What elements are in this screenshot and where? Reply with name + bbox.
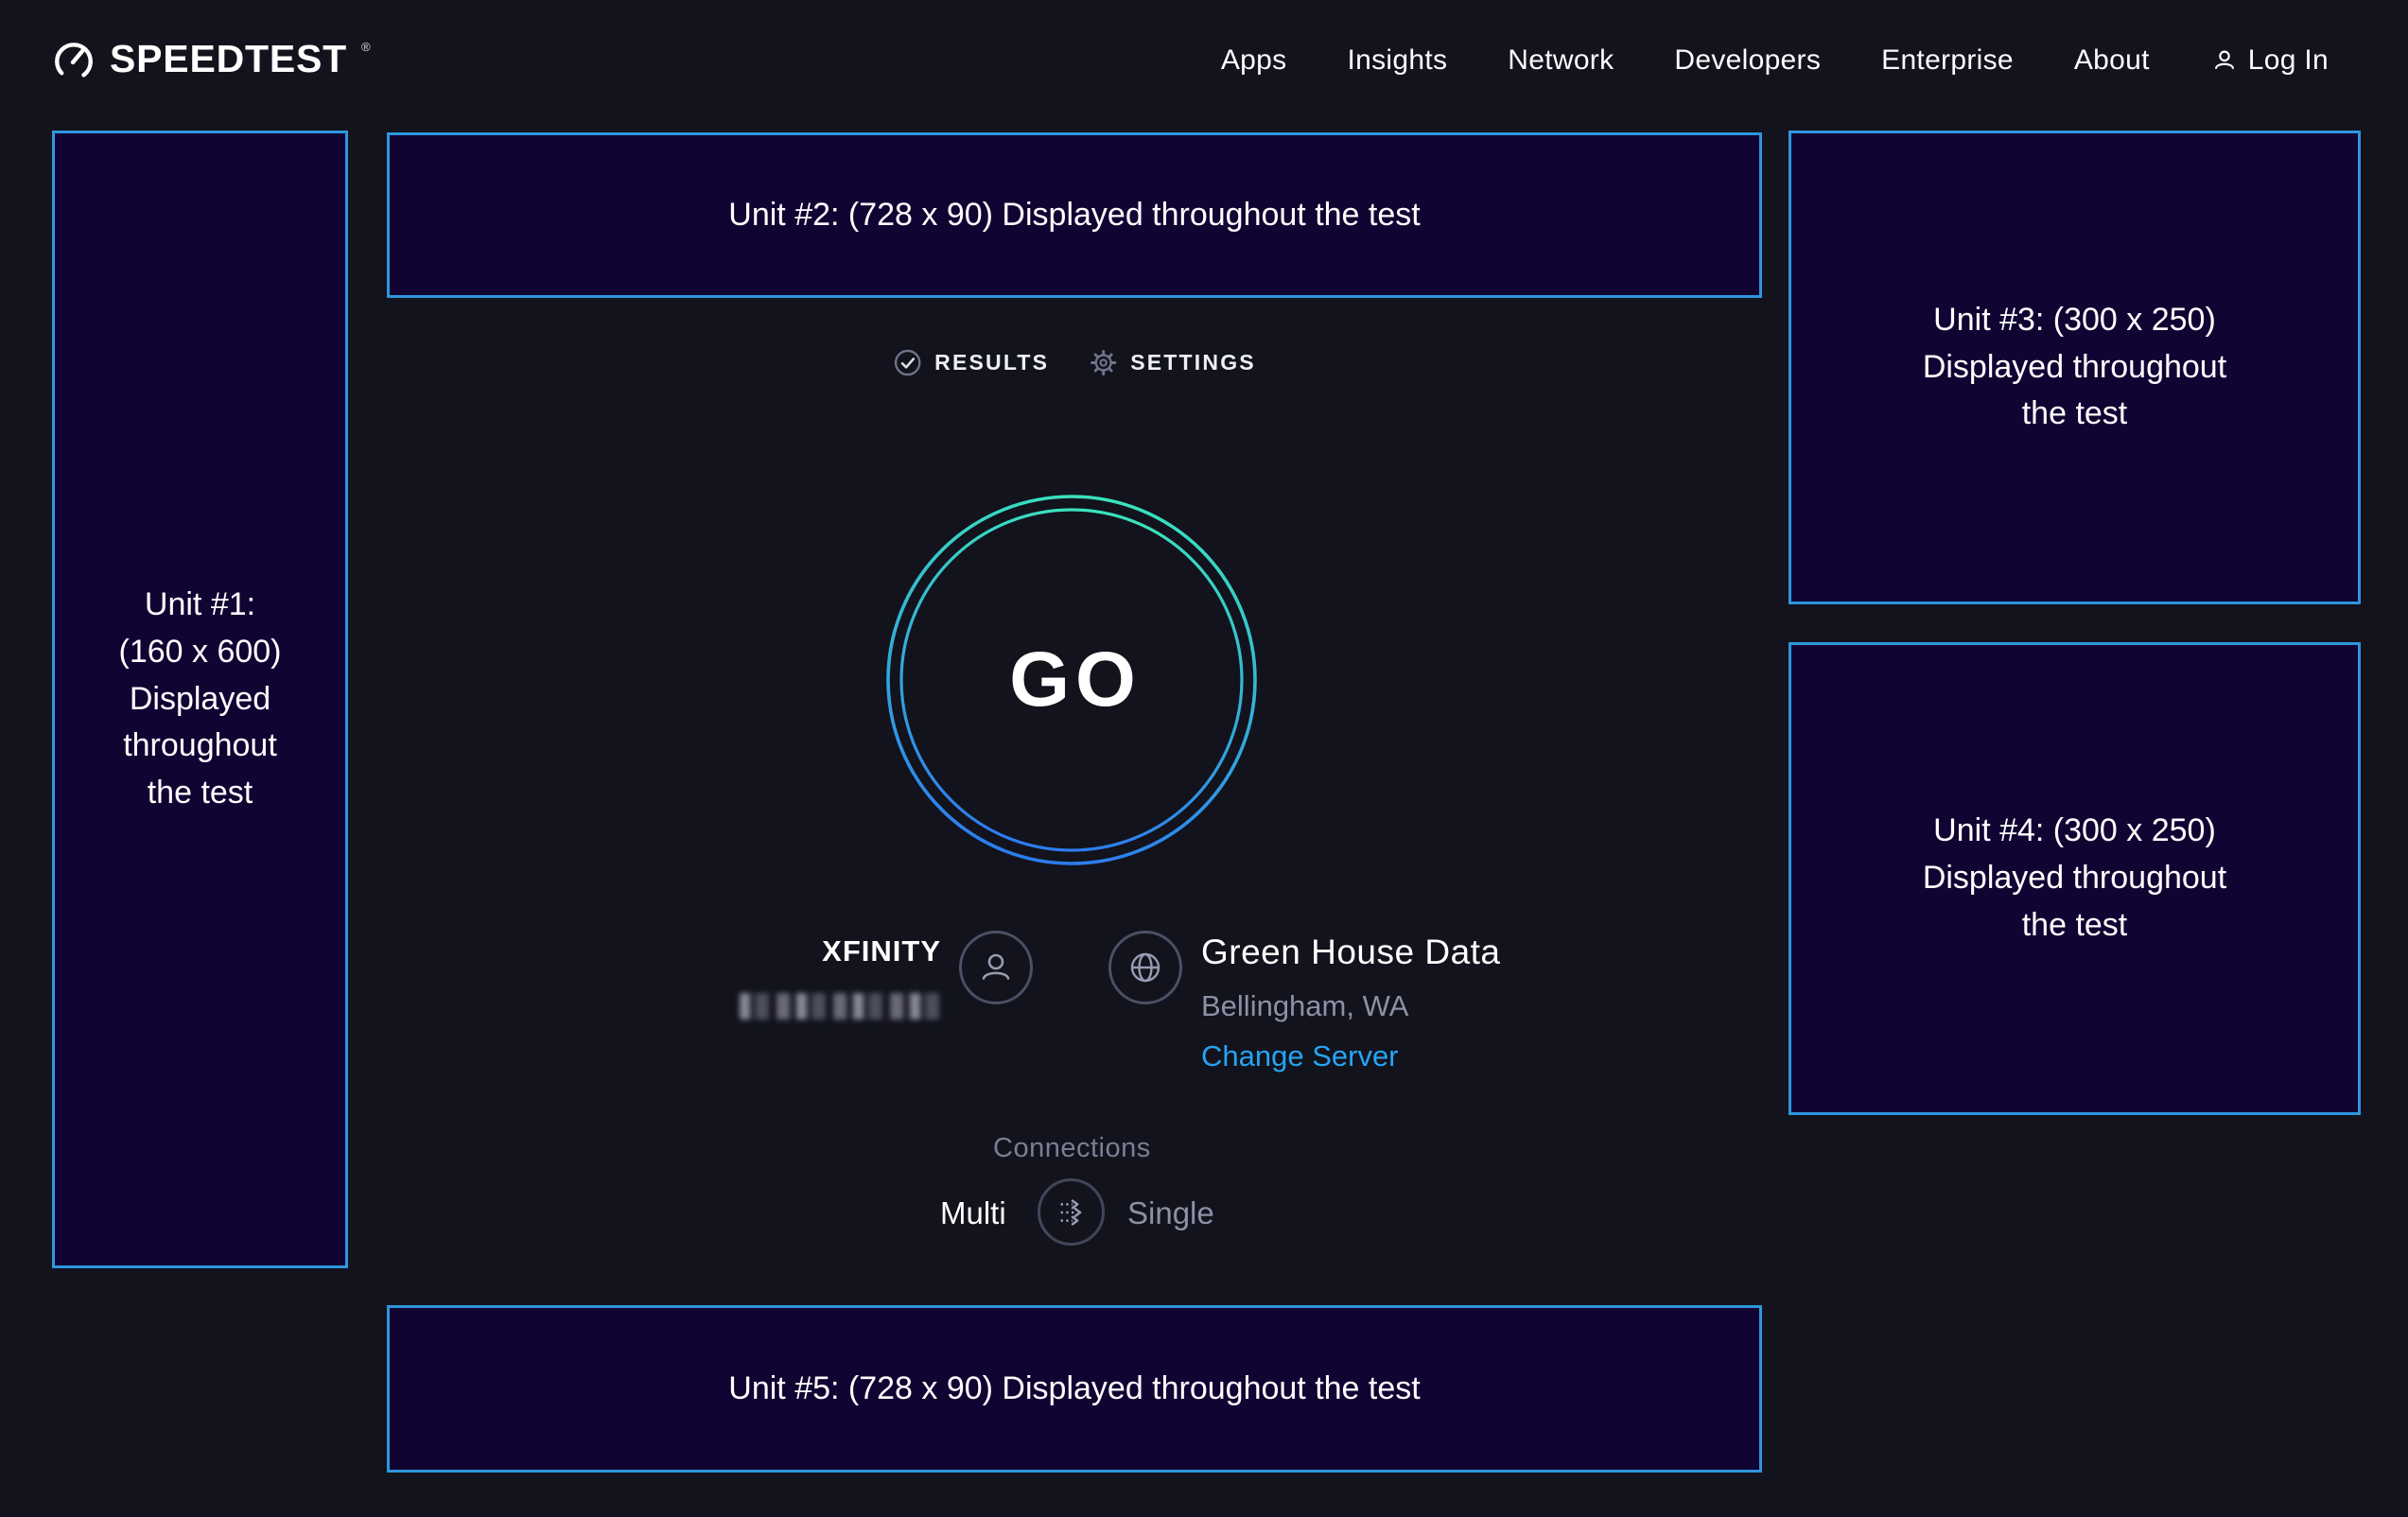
ad-unit-1[interactable]: Unit #1:(160 x 600)Displayedthroughoutth… bbox=[52, 131, 348, 1268]
nav-item-network[interactable]: Network bbox=[1508, 44, 1614, 77]
tab-results[interactable]: RESULTS bbox=[893, 348, 1049, 377]
server-name: Green House Data bbox=[1201, 933, 1501, 972]
test-tabs: RESULTS SETTINGS bbox=[893, 348, 1256, 377]
nav-item-enterprise[interactable]: Enterprise bbox=[1881, 44, 2014, 77]
user-icon bbox=[2210, 46, 2239, 75]
ad-unit-2-text: Unit #2: (728 x 90) Displayed throughout… bbox=[728, 192, 1420, 239]
speedtest-page: SPEEDTEST ® Apps Insights Network Develo… bbox=[0, 0, 2408, 1517]
change-server-link[interactable]: Change Server bbox=[1201, 1039, 1399, 1073]
ad-unit-3[interactable]: Unit #3: (300 x 250)Displayed throughout… bbox=[1789, 131, 2361, 604]
nav-item-apps[interactable]: Apps bbox=[1221, 44, 1287, 77]
gear-icon bbox=[1089, 348, 1118, 377]
tab-results-label: RESULTS bbox=[934, 350, 1049, 375]
isp-name: XFINITY bbox=[822, 934, 941, 968]
server-location: Bellingham, WA bbox=[1201, 989, 1408, 1023]
nav-item-insights[interactable]: Insights bbox=[1347, 44, 1447, 77]
connections-multi-option[interactable]: Multi bbox=[940, 1195, 1006, 1231]
go-button[interactable]: GO bbox=[885, 494, 1258, 866]
nav-item-about[interactable]: About bbox=[2074, 44, 2150, 77]
brand-trademark: ® bbox=[361, 40, 371, 54]
server-globe-icon bbox=[1108, 931, 1182, 1004]
speedtest-logo[interactable]: SPEEDTEST ® bbox=[52, 38, 371, 83]
tab-settings[interactable]: SETTINGS bbox=[1089, 348, 1256, 377]
multi-connection-arrows-icon bbox=[1052, 1193, 1091, 1232]
go-label: GO bbox=[885, 494, 1258, 866]
ad-unit-2[interactable]: Unit #2: (728 x 90) Displayed throughout… bbox=[387, 132, 1762, 298]
header-nav: SPEEDTEST ® Apps Insights Network Develo… bbox=[0, 0, 2408, 115]
nav-item-developers[interactable]: Developers bbox=[1674, 44, 1821, 77]
tab-settings-label: SETTINGS bbox=[1130, 350, 1256, 375]
redacted-ip bbox=[740, 993, 941, 1020]
connections-single-option[interactable]: Single bbox=[1127, 1195, 1214, 1231]
brand-name: SPEEDTEST bbox=[110, 38, 347, 80]
ad-unit-3-text: Unit #3: (300 x 250)Displayed throughout… bbox=[1923, 297, 2226, 439]
connections-toggle[interactable] bbox=[1038, 1178, 1105, 1246]
speedometer-gauge-icon bbox=[52, 40, 96, 83]
nav-item-login[interactable]: Log In bbox=[2210, 44, 2329, 77]
globe-icon bbox=[1125, 947, 1166, 988]
ad-unit-5[interactable]: Unit #5: (728 x 90) Displayed throughout… bbox=[387, 1305, 1762, 1473]
primary-nav: Apps Insights Network Developers Enterpr… bbox=[1221, 44, 2329, 77]
person-icon bbox=[975, 947, 1017, 988]
connections-label: Connections bbox=[993, 1133, 1151, 1164]
ad-unit-1-text: Unit #1:(160 x 600)Displayedthroughoutth… bbox=[119, 582, 282, 818]
ad-unit-4-text: Unit #4: (300 x 250)Displayed throughout… bbox=[1923, 808, 2226, 950]
ad-unit-4[interactable]: Unit #4: (300 x 250)Displayed throughout… bbox=[1789, 642, 2361, 1115]
ad-unit-5-text: Unit #5: (728 x 90) Displayed throughout… bbox=[728, 1366, 1420, 1413]
login-label: Log In bbox=[2248, 44, 2329, 77]
isp-user-icon bbox=[959, 931, 1033, 1004]
check-circle-icon bbox=[893, 348, 922, 377]
